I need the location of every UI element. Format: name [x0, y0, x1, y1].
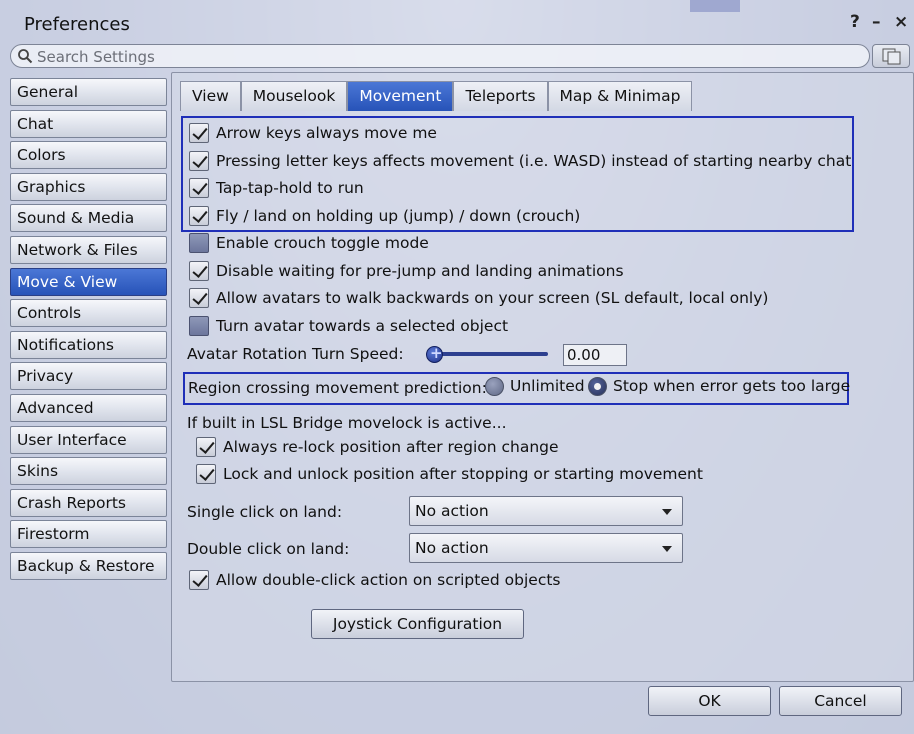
tab-view[interactable]: View [180, 81, 241, 111]
double-click-dropdown[interactable]: No action [409, 533, 683, 563]
checkbox-label: Lock and unlock position after stopping … [223, 465, 703, 483]
tab-teleports[interactable]: Teleports [453, 81, 548, 111]
checkbox-row-prejump[interactable]: Disable waiting for pre-jump and landing… [189, 259, 624, 283]
undock-icon [882, 48, 901, 65]
preferences-window: Preferences ? – × General Chat Colors Gr… [0, 0, 914, 734]
checkbox-row-turn-avatar[interactable]: Turn avatar towards a selected object [189, 314, 508, 338]
checkbox-crouch-toggle[interactable] [189, 233, 209, 253]
turn-speed-label: Avatar Rotation Turn Speed: [187, 345, 404, 363]
turn-speed-slider-handle[interactable] [426, 344, 443, 363]
radio-row-unlimited[interactable]: Unlimited [485, 374, 585, 398]
checkbox-label: Turn avatar towards a selected object [216, 317, 509, 335]
sidebar-item-chat[interactable]: Chat [10, 109, 167, 138]
joystick-configuration-button[interactable]: Joystick Configuration [311, 609, 524, 639]
sidebar-item-controls[interactable]: Controls [10, 299, 167, 328]
checkbox-prejump[interactable] [189, 261, 209, 281]
tab-mouselook[interactable]: Mouselook [240, 81, 348, 111]
checkbox-row-double-click-scripted[interactable]: Allow double-click action on scripted ob… [189, 568, 561, 592]
sidebar-item-skins[interactable]: Skins [10, 457, 167, 486]
tab-bar: View Mouselook Movement Teleports Map & … [180, 81, 693, 111]
checkbox-tap-run[interactable] [189, 178, 209, 198]
undock-button[interactable] [872, 44, 910, 68]
tab-map-minimap[interactable]: Map & Minimap [547, 81, 693, 111]
window-title: Preferences [24, 14, 130, 35]
sidebar-item-general[interactable]: General [10, 78, 167, 106]
turn-speed-slider-track[interactable] [433, 352, 548, 356]
radio-unlimited[interactable] [485, 376, 504, 396]
search-icon [18, 49, 33, 64]
checkbox-wasd[interactable] [189, 151, 209, 171]
sidebar-item-notifications[interactable]: Notifications [10, 330, 167, 359]
checkbox-label: Arrow keys always move me [216, 124, 437, 142]
tab-movement[interactable]: Movement [347, 81, 454, 111]
checkbox-row-relock[interactable]: Always re-lock position after region cha… [196, 435, 559, 459]
checkbox-label: Fly / land on holding up (jump) / down (… [216, 207, 581, 225]
dropdown-value: No action [415, 502, 489, 520]
checkbox-row-lock-unlock[interactable]: Lock and unlock position after stopping … [196, 462, 703, 486]
search-input[interactable] [37, 47, 857, 66]
search-bar[interactable] [10, 44, 870, 68]
help-button[interactable]: ? [850, 12, 860, 32]
checkbox-relock[interactable] [196, 437, 216, 457]
checkbox-double-click-scripted[interactable] [189, 570, 209, 590]
checkbox-arrow-keys[interactable] [189, 123, 209, 143]
close-button[interactable]: × [894, 12, 908, 32]
sidebar-item-sound-media[interactable]: Sound & Media [10, 204, 167, 233]
radio-label: Unlimited [510, 377, 585, 395]
checkbox-label: Enable crouch toggle mode [216, 234, 429, 252]
chevron-down-icon [662, 509, 672, 515]
checkbox-row-crouch-toggle[interactable]: Enable crouch toggle mode [189, 231, 429, 255]
checkbox-row-wasd[interactable]: Pressing letter keys affects movement (i… [189, 149, 851, 173]
checkbox-row-fly-land[interactable]: Fly / land on holding up (jump) / down (… [189, 204, 580, 228]
checkbox-row-tap-run[interactable]: Tap-tap-hold to run [189, 176, 364, 200]
single-click-label: Single click on land: [187, 503, 343, 521]
turn-speed-input[interactable] [563, 344, 627, 366]
sidebar-item-move-view[interactable]: Move & View [10, 267, 167, 296]
checkbox-label: Allow double-click action on scripted ob… [216, 571, 561, 589]
category-sidebar: General Chat Colors Graphics Sound & Med… [10, 78, 167, 584]
sidebar-item-crash-reports[interactable]: Crash Reports [10, 488, 167, 517]
checkbox-row-arrow-keys[interactable]: Arrow keys always move me [189, 121, 437, 145]
single-click-dropdown[interactable]: No action [409, 496, 683, 526]
radio-row-stop-error[interactable]: Stop when error gets too large [588, 374, 850, 398]
checkbox-label: Allow avatars to walk backwards on your … [216, 289, 769, 307]
checkbox-label: Disable waiting for pre-jump and landing… [216, 262, 624, 280]
sidebar-item-network-files[interactable]: Network & Files [10, 235, 167, 264]
ok-button[interactable]: OK [648, 686, 771, 716]
radio-stop-error[interactable] [588, 376, 607, 396]
sidebar-item-advanced[interactable]: Advanced [10, 393, 167, 422]
lsl-bridge-label: If built in LSL Bridge movelock is activ… [187, 414, 507, 432]
minimize-button[interactable]: – [872, 12, 881, 32]
chevron-down-icon [662, 546, 672, 552]
double-click-label: Double click on land: [187, 540, 350, 558]
checkbox-lock-unlock[interactable] [196, 464, 216, 484]
sidebar-item-user-interface[interactable]: User Interface [10, 425, 167, 454]
sidebar-item-privacy[interactable]: Privacy [10, 362, 167, 391]
sidebar-item-firestorm[interactable]: Firestorm [10, 520, 167, 549]
checkbox-label: Pressing letter keys affects movement (i… [216, 152, 852, 170]
checkbox-fly-land[interactable] [189, 206, 209, 226]
checkbox-turn-avatar[interactable] [189, 316, 209, 336]
region-crossing-label: Region crossing movement prediction: [188, 379, 487, 397]
sidebar-item-backup-restore[interactable]: Backup & Restore [10, 551, 167, 580]
checkbox-label: Tap-tap-hold to run [216, 179, 364, 197]
checkbox-walk-backwards[interactable] [189, 288, 209, 308]
title-bar[interactable]: Preferences ? – × [0, 0, 914, 40]
radio-label: Stop when error gets too large [613, 377, 851, 395]
checkbox-label: Always re-lock position after region cha… [223, 438, 559, 456]
sidebar-item-graphics[interactable]: Graphics [10, 172, 167, 201]
sidebar-item-colors[interactable]: Colors [10, 141, 167, 170]
cancel-button[interactable]: Cancel [779, 686, 902, 716]
dropdown-value: No action [415, 539, 489, 557]
checkbox-row-walk-backwards[interactable]: Allow avatars to walk backwards on your … [189, 286, 768, 310]
